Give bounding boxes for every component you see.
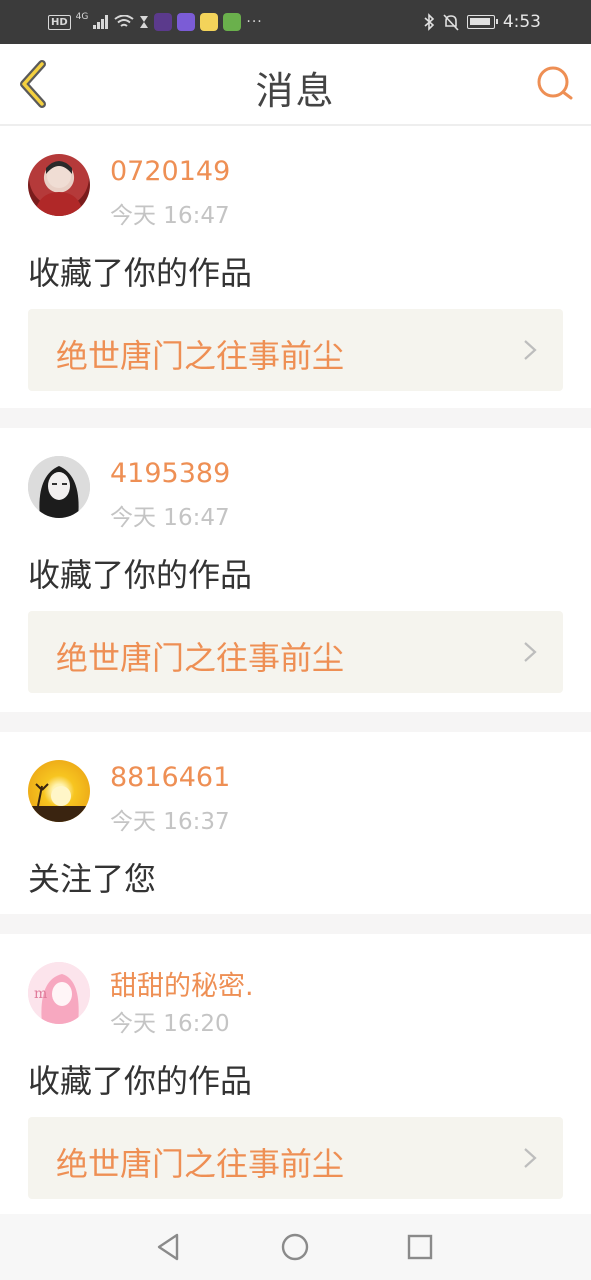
- more-notifications-icon: ···: [246, 14, 263, 30]
- work-link[interactable]: 绝世唐门之往事前尘: [28, 1117, 563, 1199]
- work-title: 绝世唐门之往事前尘: [56, 1145, 345, 1183]
- action-text: 收藏了你的作品: [28, 556, 253, 594]
- username[interactable]: 4195389: [110, 458, 230, 489]
- network-type-label: 4G: [75, 12, 89, 22]
- avatar[interactable]: m: [28, 962, 90, 1024]
- status-time: 4:53: [502, 12, 541, 32]
- search-button[interactable]: [533, 62, 577, 106]
- mute-bell-icon: [443, 14, 459, 31]
- message-item[interactable]: 0720149 今天 16:47 收藏了你的作品 绝世唐门之往事前尘: [0, 126, 591, 408]
- work-title: 绝世唐门之往事前尘: [56, 337, 345, 375]
- hourglass-icon: [140, 16, 149, 28]
- app-notification-icon: [200, 13, 219, 31]
- message-item[interactable]: 8816461 今天 16:37 关注了您: [0, 732, 591, 914]
- wifi-icon: [114, 15, 134, 27]
- chevron-right-icon: [524, 1148, 537, 1168]
- page-title: 消息: [255, 69, 336, 113]
- circle-home-icon: [281, 1233, 309, 1261]
- avatar-image: [28, 456, 90, 518]
- username[interactable]: 甜甜的秘密.: [110, 964, 254, 1003]
- battery-fill: [469, 18, 490, 25]
- square-recents-icon: [407, 1234, 433, 1260]
- avatar-image: m: [28, 962, 90, 1024]
- divider: [0, 914, 591, 934]
- message-time: 今天 16:20: [110, 1011, 230, 1037]
- triangle-back-icon: [157, 1233, 179, 1261]
- avatar[interactable]: [28, 456, 90, 518]
- hd-badge: HD: [48, 14, 71, 30]
- status-left: HD 4G ···: [48, 12, 263, 32]
- action-text: 收藏了你的作品: [28, 1062, 253, 1100]
- work-title: 绝世唐门之往事前尘: [56, 639, 345, 677]
- action-text: 关注了您: [28, 860, 157, 898]
- message-item[interactable]: m 甜甜的秘密. 今天 16:20 收藏了你的作品 绝世唐门之往事前尘: [0, 934, 591, 1200]
- app-notification-icon: [223, 13, 242, 31]
- work-link[interactable]: 绝世唐门之往事前尘: [28, 611, 563, 693]
- message-item[interactable]: 4195389 今天 16:47 收藏了你的作品 绝世唐门之往事前尘: [0, 428, 591, 712]
- battery-icon: [466, 15, 498, 29]
- system-nav-bar: [0, 1214, 591, 1280]
- work-link[interactable]: 绝世唐门之往事前尘: [28, 309, 563, 391]
- action-text: 收藏了你的作品: [28, 254, 253, 292]
- status-right: 4:53: [423, 10, 541, 34]
- message-time: 今天 16:47: [110, 203, 230, 229]
- signal-icon: [93, 15, 109, 29]
- status-bar: HD 4G ··· 4:53: [0, 0, 591, 44]
- chevron-right-icon: [524, 642, 537, 662]
- message-time: 今天 16:37: [110, 809, 230, 835]
- app-header: 消息: [0, 44, 591, 126]
- username[interactable]: 8816461: [110, 762, 230, 793]
- svg-text:m: m: [34, 986, 47, 1002]
- app-notification-icon: [177, 13, 196, 31]
- app-notification-icon: [154, 13, 173, 31]
- avatar-image: [28, 783, 90, 822]
- divider: [0, 408, 591, 428]
- message-list: 0720149 今天 16:47 收藏了你的作品 绝世唐门之往事前尘 41953…: [0, 126, 591, 1200]
- search-icon: [537, 66, 573, 100]
- chevron-right-icon: [524, 340, 537, 360]
- avatar-image: [34, 161, 84, 216]
- nav-home-button[interactable]: [279, 1231, 311, 1263]
- message-time: 今天 16:47: [110, 505, 230, 531]
- nav-recents-button[interactable]: [404, 1231, 436, 1263]
- bluetooth-icon: [424, 13, 434, 31]
- avatar[interactable]: [28, 154, 90, 216]
- divider: [0, 712, 591, 732]
- nav-back-button[interactable]: [153, 1231, 185, 1263]
- username[interactable]: 0720149: [110, 156, 230, 187]
- avatar[interactable]: [28, 760, 90, 822]
